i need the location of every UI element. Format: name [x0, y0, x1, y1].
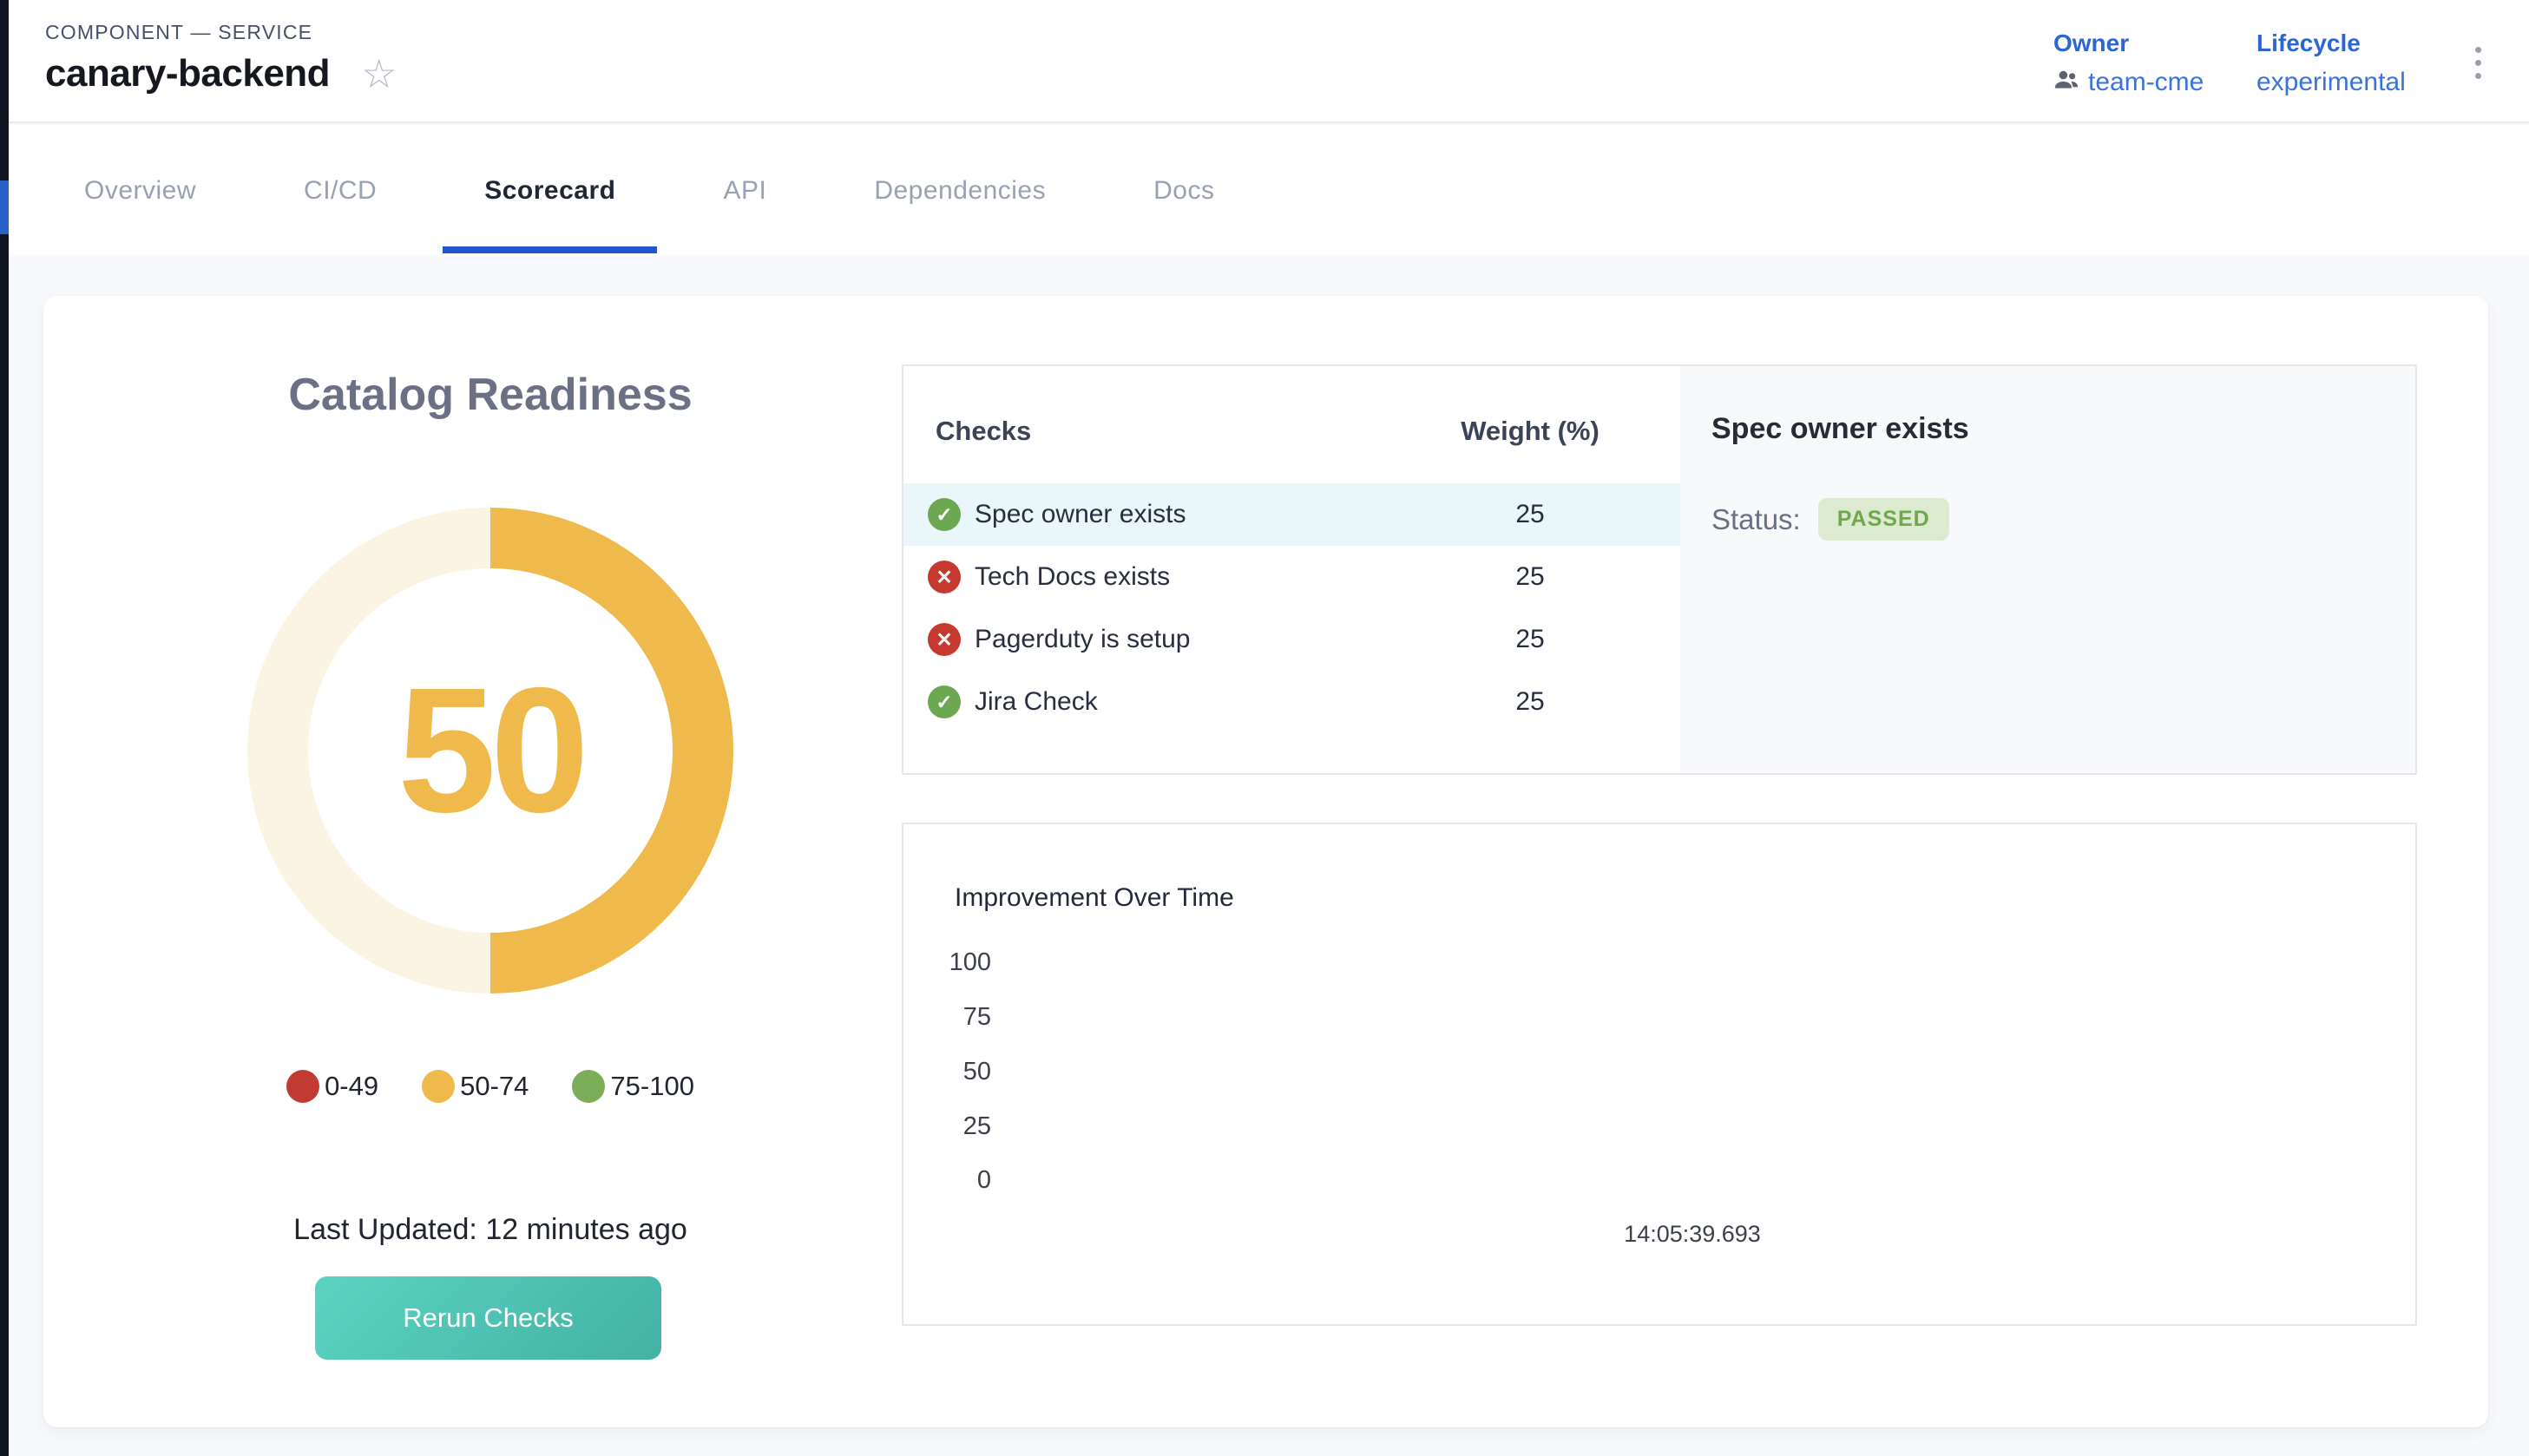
table-row[interactable]: ✕ Pagerduty is setup 25 [903, 608, 1680, 671]
scorecard-card: Catalog Readiness 50 0-49 50-74 75-100 L… [43, 296, 2488, 1427]
legend-label-yellow: 50-74 [460, 1071, 529, 1102]
legend-item-yellow: 50-74 [422, 1070, 529, 1103]
tab-scorecard[interactable]: Scorecard [443, 125, 657, 256]
owner-value-row[interactable]: team-cme [2053, 68, 2204, 97]
scorecard-title: Catalog Readiness [43, 369, 937, 421]
rerun-checks-button[interactable]: Rerun Checks [315, 1276, 661, 1360]
sidebar-active-indicator [0, 180, 9, 234]
check-detail-panel: Spec owner exists Status: PASSED [1680, 366, 2415, 773]
check-failed-icon: ✕ [928, 561, 961, 594]
tab-api[interactable]: API [681, 125, 808, 256]
team-icon [2053, 68, 2079, 97]
legend-label-red: 0-49 [325, 1071, 378, 1102]
checks-table: ✓ Spec owner exists 25 ✕ Tech Docs exist… [903, 483, 1680, 733]
favorite-star-icon[interactable]: ☆ [361, 54, 397, 94]
legend-dot-red [286, 1070, 319, 1103]
check-label: Spec owner exists [975, 500, 1186, 529]
y-axis-tick: 50 [921, 1059, 991, 1085]
more-options-icon[interactable] [2470, 42, 2486, 84]
tab-overview[interactable]: Overview [43, 125, 238, 256]
y-axis-tick: 75 [921, 1004, 991, 1030]
title-row: canary-backend ☆ [45, 52, 397, 95]
check-weight: 25 [1391, 562, 1669, 592]
check-passed-icon: ✓ [928, 498, 961, 531]
page-title: canary-backend [45, 52, 330, 95]
check-label: Jira Check [975, 687, 1098, 717]
checks-panel: Spec owner exists Status: PASSED Checks … [902, 364, 2417, 775]
entity-tabs: Overview CI/CD Scorecard API Dependencie… [9, 125, 2529, 256]
check-label: Pagerduty is setup [975, 625, 1190, 654]
gauge-score: 50 [397, 648, 583, 853]
owner-link[interactable]: team-cme [2088, 68, 2204, 97]
status-label: Status: [1711, 503, 1801, 536]
lifecycle-label: Lifecycle [2256, 30, 2406, 57]
table-row[interactable]: ✕ Tech Docs exists 25 [903, 546, 1680, 608]
check-passed-icon: ✓ [928, 685, 961, 718]
entity-header: COMPONENT — SERVICE canary-backend ☆ Own… [9, 0, 2529, 123]
last-updated-text: Last Updated: 12 minutes ago [43, 1213, 937, 1247]
tab-cicd[interactable]: CI/CD [262, 125, 418, 256]
owner-label: Owner [2053, 30, 2204, 57]
legend-label-green: 75-100 [610, 1071, 694, 1102]
tab-docs[interactable]: Docs [1112, 125, 1256, 256]
owner-block: Owner team-cme [2053, 30, 2204, 97]
improvement-chart-panel: Improvement Over Time 100 75 50 25 0 14:… [902, 823, 2417, 1326]
legend-dot-green [572, 1070, 605, 1103]
lifecycle-value: experimental [2256, 68, 2406, 97]
check-weight: 25 [1391, 625, 1669, 654]
y-axis-tick: 100 [921, 949, 991, 975]
tab-dependencies[interactable]: Dependencies [832, 125, 1087, 256]
legend-item-green: 75-100 [572, 1070, 694, 1103]
y-axis-tick: 25 [921, 1113, 991, 1139]
score-legend: 0-49 50-74 75-100 [43, 1070, 937, 1103]
weight-column-header: Weight (%) [1391, 416, 1669, 447]
status-row: Status: PASSED [1711, 498, 1949, 541]
legend-dot-yellow [422, 1070, 455, 1103]
checks-column-header: Checks [936, 416, 1031, 447]
status-badge: PASSED [1818, 498, 1949, 541]
lifecycle-block: Lifecycle experimental [2256, 30, 2406, 97]
sidebar-rail [0, 0, 9, 1456]
readiness-gauge: 50 [247, 508, 733, 994]
check-detail-title: Spec owner exists [1711, 412, 1969, 446]
x-axis-tick: 14:05:39.693 [1606, 1221, 1779, 1248]
table-row[interactable]: ✓ Jira Check 25 [903, 671, 1680, 733]
table-row[interactable]: ✓ Spec owner exists 25 [903, 483, 1680, 546]
y-axis-tick: 0 [921, 1167, 991, 1193]
check-failed-icon: ✕ [928, 623, 961, 656]
check-weight: 25 [1391, 500, 1669, 529]
check-weight: 25 [1391, 687, 1669, 717]
chart-title: Improvement Over Time [955, 883, 1234, 913]
legend-item-red: 0-49 [286, 1070, 378, 1103]
check-label: Tech Docs exists [975, 562, 1170, 592]
breadcrumb: COMPONENT — SERVICE [45, 21, 312, 44]
